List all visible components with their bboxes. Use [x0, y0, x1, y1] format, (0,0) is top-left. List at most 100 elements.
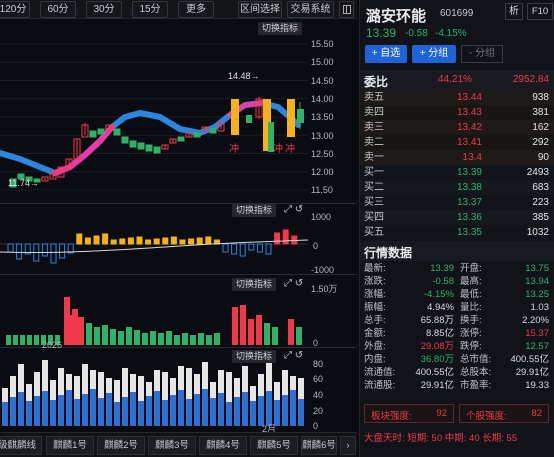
quote-sidebar: 潞安环能 601699 析 F10 13.39 -0.58 -4.15% + 自…: [359, 0, 554, 457]
tab-qilin-6[interactable]: 麒麟6号: [301, 436, 337, 455]
sell-level-row[interactable]: 卖四 13.43 381: [360, 105, 554, 120]
remove-group-button[interactable]: - 分组: [461, 45, 503, 63]
quote-label: 振幅:: [364, 302, 386, 313]
quote-row: 内盘: 36.80万 总市值: 400.55亿: [360, 353, 554, 366]
tab-qilin-line[interactable]: 级麒麟线: [0, 436, 42, 455]
ratio-canvas[interactable]: [0, 348, 357, 432]
period-120m-button[interactable]: 120分: [0, 1, 30, 18]
volume-bar: [190, 335, 196, 345]
ratio-bar-white: [42, 360, 48, 391]
price-axis-label: 13.50: [311, 112, 334, 123]
expand-refresh-icon[interactable]: ⤢ ↺: [284, 204, 303, 215]
f10-button[interactable]: F10: [527, 3, 553, 20]
buy-level-row[interactable]: 买三 13.37 223: [360, 195, 554, 210]
main-indicator-switch[interactable]: 切换指标: [258, 22, 303, 35]
add-favorite-button[interactable]: + 自选: [365, 45, 407, 63]
add-group-button[interactable]: + 分组: [412, 45, 456, 63]
ratio-bar-blue: [74, 399, 80, 426]
analysis-button[interactable]: 析: [505, 3, 523, 20]
ratio-bar-white: [58, 368, 64, 395]
macd-bar: [170, 236, 177, 245]
volume-bar: [126, 327, 132, 345]
volume-bar: [174, 335, 180, 345]
quote-value-2: 2.20%: [522, 315, 549, 326]
price-axis-label: 11.50: [311, 185, 333, 196]
ratio-bar-blue: [82, 394, 88, 426]
quote-label-2: 市盈率:: [460, 380, 492, 391]
sell-level-row[interactable]: 卖二 13.41 292: [360, 135, 554, 150]
candle-body: [97, 128, 105, 135]
tab-qilin-2[interactable]: 麒麟2号: [97, 436, 145, 455]
sell-level-row[interactable]: 卖一 13.4 90: [360, 150, 554, 165]
ratio-bar-white: [82, 364, 88, 394]
buy-level-row[interactable]: 买二 13.38 683: [360, 180, 554, 195]
sell-level-row[interactable]: 卖三 13.42 162: [360, 120, 554, 135]
quote-value: 4.94%: [427, 302, 454, 313]
tab-qilin-1[interactable]: 麒麟1号: [46, 436, 94, 455]
period-30m-button[interactable]: 30分: [86, 1, 122, 18]
volume-canvas[interactable]: [0, 275, 357, 347]
macd-bar: [179, 239, 186, 245]
ratio-bar-white: [10, 376, 16, 397]
ratio-bar-blue: [210, 398, 216, 426]
period-60m-button[interactable]: 60分: [40, 1, 76, 18]
volume-bar: [264, 323, 270, 345]
ratio-indicator-switch[interactable]: 切换指标: [232, 350, 277, 363]
macd-bar: [145, 239, 152, 245]
buy-level-row[interactable]: 买一 13.39 2493: [360, 165, 554, 180]
volume-bar: [94, 327, 100, 345]
market-short: 短期: 50: [407, 433, 443, 444]
trade-system-button[interactable]: 交易系统: [287, 1, 334, 18]
quote-label: 流通股:: [364, 380, 396, 391]
volume-bar: [198, 333, 204, 345]
price-axis-label: 14.50: [311, 75, 334, 86]
more-periods-button[interactable]: 更多: [178, 1, 214, 18]
quote-row: 涨跌: -0.58 最高: 13.94: [360, 275, 554, 288]
level-label: 卖二: [364, 137, 384, 148]
quote-row: 流通值: 400.55亿 总股本: 29.91亿: [360, 366, 554, 379]
bull-candle: [231, 99, 239, 135]
level-volume: 2493: [526, 167, 549, 178]
volume-panel[interactable]: 切换指标 ⤢ ↺ 1.50万 0: [0, 275, 357, 348]
macd-indicator-switch[interactable]: 切换指标: [232, 204, 277, 217]
tab-qilin-3[interactable]: 麒麟3号: [148, 436, 196, 455]
level-volume: 381: [532, 107, 549, 118]
tabs-next-icon[interactable]: ›: [340, 436, 356, 455]
level-label: 买三: [364, 197, 384, 208]
sell-level-row[interactable]: 卖五 13.44 938: [360, 90, 554, 105]
macd-bar: [102, 233, 109, 245]
period-15m-button[interactable]: 15分: [132, 1, 168, 18]
tab-qilin-4[interactable]: 麒麟4号: [199, 436, 247, 455]
ratio-panel[interactable]: 切换指标 ⤢ ↺ 80 60 40 20 0 2026 2月: [0, 340, 357, 434]
ratio-bar-white: [290, 376, 296, 390]
price-change: -0.58: [405, 28, 428, 39]
macd-panel[interactable]: 切换指标 ⤢ ↺ 1000 0 -1000: [0, 204, 357, 275]
ratio-bar-white: [74, 376, 80, 399]
ratio-bar-blue: [130, 392, 136, 426]
price-axis-label: 15.00: [311, 57, 334, 68]
quote-label: 总手:: [364, 315, 386, 326]
quote-value: -0.58: [432, 276, 454, 287]
level-label: 买五: [364, 227, 384, 238]
kline-panel[interactable]: 14.48→ 11.74→ 冲冲冲 切换指标 15.50 15.00 14.50 14.0…: [0, 19, 357, 203]
quote-row: 总手: 65.88万 换手: 2.20%: [360, 314, 554, 327]
price-axis-label: 13.00: [311, 130, 334, 141]
level-label: 卖四: [364, 107, 384, 118]
ratio-bar-blue: [34, 396, 40, 426]
ratio-bar-blue: [234, 397, 240, 426]
volume-indicator-switch[interactable]: 切换指标: [232, 278, 277, 291]
buy-level-row[interactable]: 买四 13.36 385: [360, 210, 554, 225]
ratio-bar-blue: [226, 402, 232, 426]
macd-canvas[interactable]: [0, 204, 357, 274]
panel-toggle-icon[interactable]: [339, 1, 354, 18]
macd-axis-zero: 0: [313, 241, 319, 251]
volume-bar: [182, 333, 188, 345]
level-price: 13.37: [456, 197, 482, 208]
buy-level-row[interactable]: 买五 13.35 1032: [360, 225, 554, 240]
expand-refresh-icon-3[interactable]: ⤢ ↺: [284, 350, 303, 361]
tab-qilin-5[interactable]: 麒麟5号: [250, 436, 298, 455]
range-select-button[interactable]: 区间选择: [238, 1, 282, 18]
kline-canvas[interactable]: 14.48→11.74→冲冲冲: [0, 19, 357, 203]
expand-refresh-icon-2[interactable]: ⤢ ↺: [284, 278, 303, 289]
block-strength-box: 板块强度: 92: [364, 404, 454, 423]
